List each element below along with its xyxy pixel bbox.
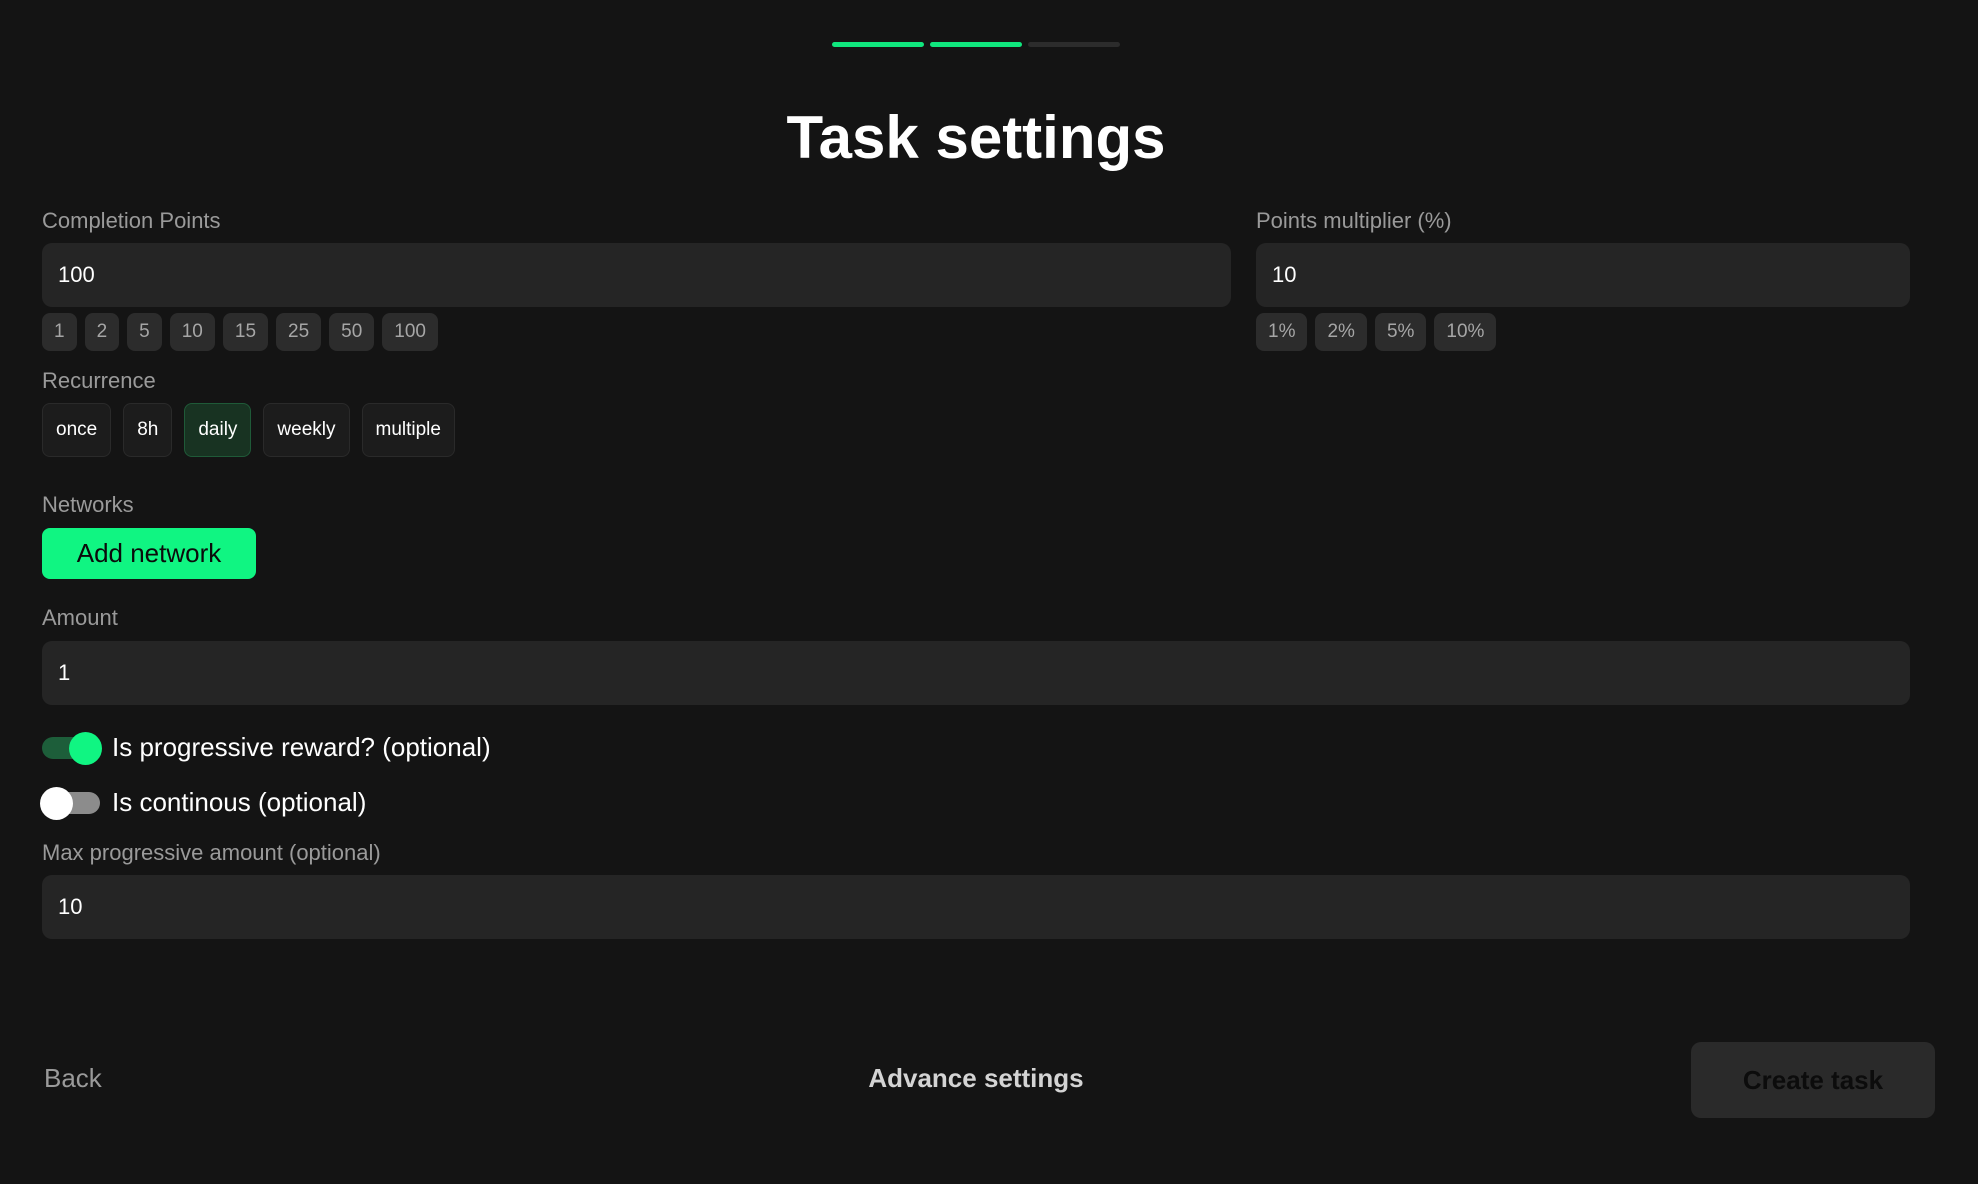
completion-points-presets: 1 2 5 10 15 25 50 100 bbox=[42, 313, 438, 351]
amount-label: Amount bbox=[42, 605, 118, 630]
recurrence-label: Recurrence bbox=[42, 368, 156, 393]
recurrence-option-daily[interactable]: daily bbox=[184, 403, 252, 457]
multiplier-preset-chip[interactable]: 10% bbox=[1434, 313, 1497, 351]
add-network-button[interactable]: Add network bbox=[42, 528, 256, 579]
progressive-reward-toggle[interactable] bbox=[42, 731, 102, 765]
amount-input[interactable] bbox=[42, 641, 1910, 705]
max-progressive-label: Max progressive amount (optional) bbox=[42, 840, 381, 865]
points-preset-chip[interactable]: 5 bbox=[127, 313, 162, 351]
completion-points-input[interactable] bbox=[42, 243, 1231, 307]
points-preset-chip[interactable]: 1 bbox=[42, 313, 77, 351]
step-1-indicator bbox=[832, 42, 924, 47]
multiplier-preset-chip[interactable]: 2% bbox=[1315, 313, 1367, 351]
step-2-indicator bbox=[930, 42, 1022, 47]
progressive-reward-label: Is progressive reward? (optional) bbox=[112, 732, 491, 762]
points-multiplier-label: Points multiplier (%) bbox=[1256, 208, 1452, 233]
points-preset-chip[interactable]: 50 bbox=[329, 313, 375, 351]
continuous-toggle[interactable] bbox=[40, 786, 100, 820]
progressive-reward-row: Is progressive reward? (optional) bbox=[42, 731, 491, 765]
points-preset-chip[interactable]: 2 bbox=[84, 313, 120, 351]
step-3-indicator bbox=[1028, 42, 1120, 47]
points-preset-chip[interactable]: 25 bbox=[276, 313, 322, 351]
networks-label: Networks bbox=[42, 492, 134, 517]
points-preset-chip[interactable]: 15 bbox=[222, 313, 269, 351]
points-preset-chip[interactable]: 10 bbox=[169, 313, 215, 351]
toggle-knob bbox=[69, 731, 102, 765]
page-title: Task settings bbox=[786, 104, 1166, 171]
advance-settings-button[interactable]: Advance settings bbox=[826, 1063, 1126, 1094]
recurrence-option-once[interactable]: once bbox=[42, 403, 112, 457]
completion-points-label: Completion Points bbox=[42, 208, 221, 233]
points-preset-chip[interactable]: 100 bbox=[382, 313, 438, 351]
toggle-knob bbox=[40, 786, 73, 820]
continuous-label: Is continous (optional) bbox=[112, 787, 367, 817]
recurrence-option-weekly[interactable]: weekly bbox=[263, 403, 350, 457]
max-progressive-input[interactable] bbox=[42, 875, 1910, 939]
continuous-row: Is continous (optional) bbox=[40, 786, 367, 820]
multiplier-preset-chip[interactable]: 5% bbox=[1374, 313, 1427, 351]
recurrence-options: once 8h daily weekly multiple bbox=[42, 403, 455, 457]
recurrence-option-8h[interactable]: 8h bbox=[123, 403, 173, 457]
create-task-button[interactable]: Create task bbox=[1691, 1042, 1935, 1118]
multiplier-preset-chip[interactable]: 1% bbox=[1256, 313, 1308, 351]
back-button[interactable]: Back bbox=[44, 1063, 102, 1094]
points-multiplier-input[interactable] bbox=[1256, 243, 1910, 307]
recurrence-option-multiple[interactable]: multiple bbox=[361, 403, 455, 457]
progress-stepper bbox=[832, 42, 1120, 47]
points-multiplier-presets: 1% 2% 5% 10% bbox=[1256, 313, 1497, 351]
